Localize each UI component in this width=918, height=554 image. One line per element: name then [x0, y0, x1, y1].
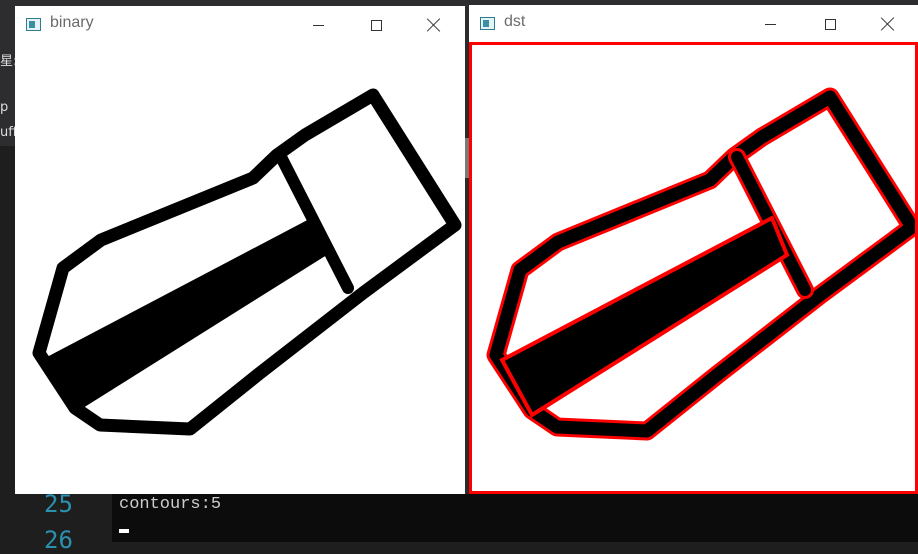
dst-image — [469, 42, 918, 494]
maximize-icon — [370, 19, 382, 31]
maximize-icon — [824, 18, 836, 30]
console-cursor — [119, 529, 129, 533]
editor-gutter: 25 26 — [0, 490, 112, 554]
dst-window-title: dst — [504, 13, 526, 30]
binary-titlebar[interactable]: binary — [15, 6, 465, 43]
binary-image — [15, 43, 465, 494]
line-number: 25 — [44, 490, 73, 518]
close-button[interactable] — [865, 10, 911, 38]
close-button[interactable] — [411, 11, 457, 39]
minimize-icon — [764, 23, 776, 25]
binary-shape-drawing — [32, 88, 462, 436]
bg-text-fragment: p — [0, 100, 9, 115]
minimize-button[interactable] — [295, 11, 341, 39]
close-icon — [427, 18, 441, 32]
binary-window: binary — [15, 6, 465, 494]
window-app-icon — [480, 17, 495, 30]
console-output: contours:5 — [119, 495, 222, 514]
window-app-icon — [26, 18, 41, 31]
line-number: 26 — [44, 526, 73, 554]
minimize-button[interactable] — [747, 10, 793, 38]
console-window: contours:5 — [112, 494, 918, 542]
dst-titlebar[interactable]: dst — [469, 5, 918, 42]
maximize-button[interactable] — [353, 11, 399, 39]
ide-left-strip: 星: p uff — [0, 6, 17, 146]
minimize-icon — [312, 24, 324, 26]
maximize-button[interactable] — [807, 10, 853, 38]
close-icon — [881, 17, 895, 31]
dst-shape-drawing — [486, 87, 918, 441]
binary-window-title: binary — [50, 14, 94, 31]
dst-window: dst — [469, 5, 918, 494]
